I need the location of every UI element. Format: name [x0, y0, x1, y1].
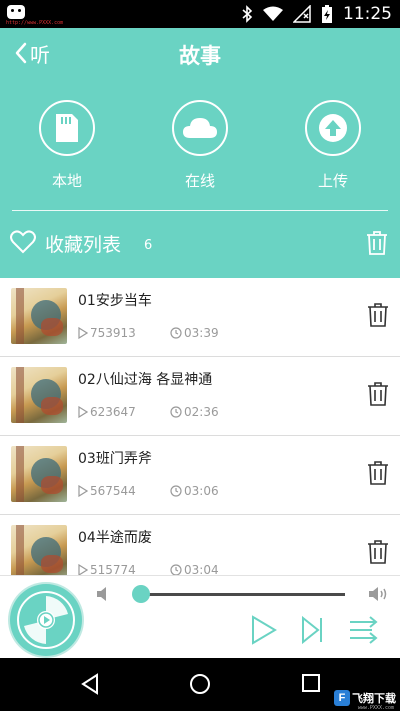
story-thumbnail — [11, 367, 67, 423]
page-title: 故事 — [179, 44, 221, 68]
play-count: 515774 — [78, 563, 136, 575]
list-item[interactable]: 02八仙过海 各显神通 623647 02:36 — [0, 357, 400, 436]
watermark-text: 飞翔下载 — [352, 692, 396, 705]
trash-all-icon[interactable] — [366, 230, 388, 256]
story-thumbnail — [11, 446, 67, 502]
home-circle-icon[interactable] — [189, 673, 211, 695]
story-title: 01安步当车 — [78, 293, 152, 309]
nav-online-label: 在线 — [184, 172, 215, 190]
clock-icon — [170, 485, 182, 497]
list-item[interactable]: 04半途而废 515774 03:04 — [0, 515, 400, 575]
play-icon[interactable] — [250, 614, 278, 646]
next-icon[interactable] — [300, 614, 326, 646]
nav-upload-label: 上传 — [317, 172, 348, 190]
bluetooth-icon — [242, 5, 253, 23]
header-divider — [12, 210, 388, 211]
upload-arrow-icon — [319, 114, 347, 142]
play-count: 567544 — [78, 484, 136, 498]
wifi-icon — [263, 6, 283, 21]
clock: 11:25 — [343, 4, 392, 24]
app-icon — [7, 5, 25, 19]
volume-slider-knob[interactable] — [132, 585, 150, 603]
play-count-icon — [78, 564, 88, 575]
play-count-icon — [78, 327, 88, 339]
header: 听 故事 本地 在线 上传 收藏列表 6 — [0, 28, 400, 278]
nav-local-label: 本地 — [51, 172, 82, 190]
battery-charging-icon — [322, 5, 332, 23]
delete-icon[interactable] — [367, 539, 389, 565]
duration: 03:39 — [170, 326, 219, 340]
sim-no-signal-icon — [293, 5, 311, 23]
player-bar — [0, 575, 400, 658]
nav-upload[interactable]: 上传 — [283, 100, 383, 191]
story-thumbnail — [11, 288, 67, 344]
back-triangle-icon[interactable] — [80, 673, 100, 695]
cloud-icon — [183, 118, 217, 138]
playlist-order-icon[interactable] — [348, 614, 380, 646]
nav-online[interactable]: 在线 — [150, 100, 250, 191]
volume-track[interactable] — [140, 593, 345, 596]
list-item[interactable]: 01安步当车 753913 03:39 — [0, 278, 400, 357]
disc-icon[interactable] — [10, 584, 82, 656]
favorites-count: 6 — [144, 238, 153, 253]
volume-high-icon[interactable] — [368, 586, 390, 602]
status-bar: http://www.PXXX.com 11:25 — [0, 0, 400, 28]
status-icons: 11:25 — [241, 0, 392, 28]
delete-icon[interactable] — [367, 302, 389, 328]
delete-icon[interactable] — [367, 460, 389, 486]
recents-square-icon[interactable] — [301, 673, 321, 693]
url-overlay: http://www.PXXX.com — [6, 20, 64, 26]
play-count: 753913 — [78, 326, 136, 340]
delete-icon[interactable] — [367, 381, 389, 407]
clock-icon — [170, 406, 182, 418]
play-count-icon — [78, 406, 88, 418]
volume-low-icon[interactable] — [96, 586, 110, 602]
list-item[interactable]: 03班门弄斧 567544 03:06 — [0, 436, 400, 515]
clock-icon — [170, 564, 182, 575]
story-thumbnail — [11, 525, 67, 575]
favorites-header: 收藏列表 6 — [0, 224, 400, 264]
system-nav-bar: F 飞翔下载 www.PXXX.com — [0, 658, 400, 711]
favorites-title: 收藏列表 — [45, 234, 122, 256]
play-count-icon — [78, 485, 88, 497]
story-title: 03班门弄斧 — [78, 451, 152, 467]
heart-icon — [10, 230, 36, 254]
duration: 02:36 — [170, 405, 219, 419]
watermark-logo: F — [334, 690, 350, 706]
story-list: 01安步当车 753913 03:39 02八仙过海 各显神通 623647 0… — [0, 278, 400, 575]
duration: 03:06 — [170, 484, 219, 498]
duration: 03:04 — [170, 563, 219, 575]
nav-local[interactable]: 本地 — [17, 100, 117, 191]
story-title: 02八仙过海 各显神通 — [78, 372, 213, 388]
watermark: F 飞翔下载 — [334, 690, 396, 706]
story-title: 04半途而废 — [78, 530, 152, 546]
clock-icon — [170, 327, 182, 339]
play-count: 623647 — [78, 405, 136, 419]
sd-card-icon — [56, 114, 78, 142]
watermark-url: www.PXXX.com — [357, 705, 394, 711]
